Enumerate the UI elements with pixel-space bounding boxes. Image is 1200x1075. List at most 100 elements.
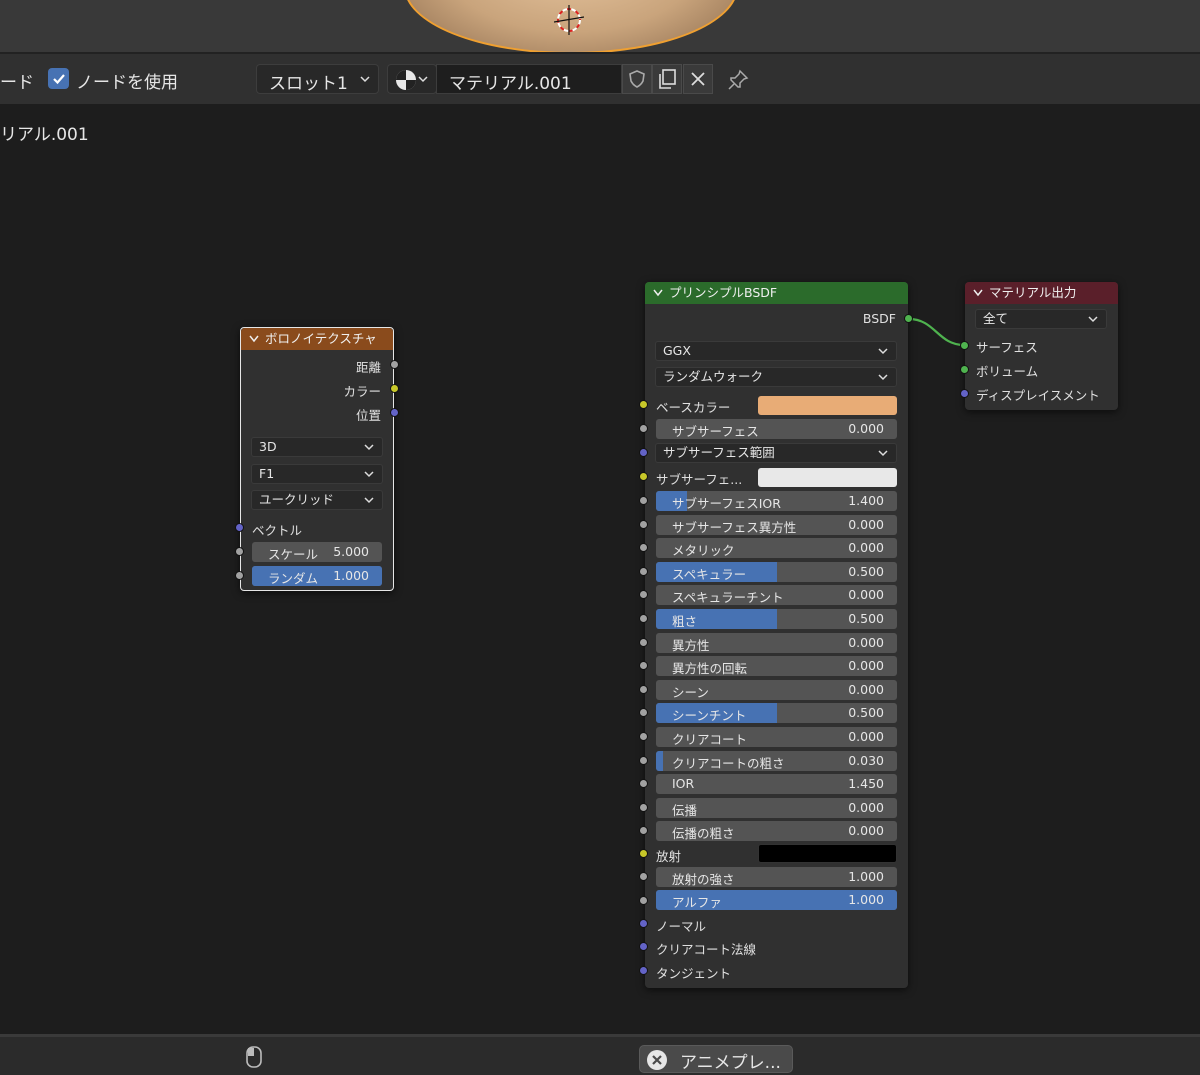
bsdf-input-socket[interactable]: [639, 803, 648, 812]
scale-field[interactable]: スケール 5.000: [252, 542, 382, 562]
bsdf-slider-value: 0.000: [848, 540, 884, 555]
bsdf-slider-label: スペキュラーチント: [672, 590, 784, 605]
status-bar: アニメプレ...: [0, 1034, 1200, 1075]
feature-dropdown[interactable]: F1: [251, 464, 383, 484]
bsdf-input-socket[interactable]: [639, 732, 648, 741]
bsdf-input-socket[interactable]: [639, 942, 648, 951]
output-node-header[interactable]: マテリアル出力: [965, 282, 1118, 304]
bsdf-input-socket[interactable]: [639, 685, 648, 694]
collapse-chevron-icon[interactable]: [973, 289, 983, 297]
bsdf-slider-row[interactable]: サブサーフェスIOR 1.400: [656, 491, 897, 511]
bsdf-slider-row[interactable]: スペキュラーチント 0.000: [656, 585, 897, 605]
chevron-down-icon: [878, 374, 888, 381]
bsdf-input-socket[interactable]: [639, 872, 648, 881]
bsdf-input-socket[interactable]: [639, 661, 648, 670]
subsurface-color-swatch[interactable]: [758, 468, 897, 487]
subsurface-method-dropdown[interactable]: ランダムウォーク: [655, 367, 897, 387]
bsdf-slider-value: 1.450: [848, 776, 884, 791]
collapse-chevron-icon[interactable]: [249, 335, 259, 343]
bsdf-input-socket[interactable]: [639, 424, 648, 433]
volume-input-label: ボリューム: [976, 364, 1039, 379]
bsdf-input-socket[interactable]: [639, 520, 648, 529]
surface-input-socket[interactable]: [960, 341, 969, 350]
bsdf-slider-row[interactable]: 異方性の回転 0.000: [656, 656, 897, 676]
bsdf-slider-row[interactable]: IOR 1.450: [656, 774, 897, 794]
bsdf-slider-row[interactable]: 伝播の粗さ 0.000: [656, 821, 897, 841]
bsdf-slider-value: 0.500: [848, 611, 884, 626]
bsdf-slider-row[interactable]: クリアコートの粗さ 0.030: [656, 751, 897, 771]
bsdf-slider-value: 0.500: [848, 564, 884, 579]
bsdf-input-socket[interactable]: [639, 896, 648, 905]
chevron-down-icon: [1088, 316, 1098, 323]
emission-color-swatch[interactable]: [758, 844, 897, 863]
notification-button[interactable]: アニメプレ...: [639, 1045, 793, 1073]
bsdf-input-socket[interactable]: [639, 590, 648, 599]
principled-bsdf-node[interactable]: プリンシプルBSDF BSDF GGX ランダムウォーク ベースカラー サブサー…: [645, 282, 908, 988]
base-color-swatch[interactable]: [758, 396, 897, 415]
subsurface-label: サブサーフェス: [672, 424, 759, 439]
material-output-node[interactable]: マテリアル出力 全て サーフェス ボリューム ディスプレイスメント: [965, 282, 1118, 410]
bsdf-input-socket[interactable]: [639, 779, 648, 788]
bsdf-slider-row[interactable]: スペキュラー 0.500: [656, 562, 897, 582]
bsdf-input-socket[interactable]: [639, 400, 648, 409]
bsdf-slider-value: 0.500: [848, 705, 884, 720]
bsdf-input-socket[interactable]: [639, 919, 648, 928]
randomness-input-socket[interactable]: [235, 571, 244, 580]
subsurface-radius-dropdown[interactable]: サブサーフェス範囲: [655, 443, 897, 463]
bsdf-slider-label: クリアコートの粗さ: [672, 756, 785, 771]
alpha-field[interactable]: アルファ 1.000: [656, 890, 897, 910]
alpha-label: アルファ: [672, 895, 722, 910]
subsurface-radius-label: サブサーフェス範囲: [663, 445, 775, 460]
bsdf-input-socket[interactable]: [639, 543, 648, 552]
bsdf-input-socket[interactable]: [639, 708, 648, 717]
subsurface-field[interactable]: サブサーフェス 0.000: [656, 419, 897, 439]
position-output-socket[interactable]: [390, 408, 399, 417]
bsdf-input-socket[interactable]: [639, 849, 648, 858]
bsdf-node-header[interactable]: プリンシプルBSDF: [645, 282, 908, 304]
chevron-down-icon: [364, 497, 374, 504]
chevron-down-icon: [878, 450, 888, 457]
bsdf-slider-label: IOR: [672, 776, 695, 791]
distance-output-socket[interactable]: [390, 360, 399, 369]
scale-input-socket[interactable]: [235, 547, 244, 556]
bsdf-input-socket[interactable]: [639, 496, 648, 505]
volume-input-socket[interactable]: [960, 365, 969, 374]
bsdf-slider-row[interactable]: シーンチント 0.500: [656, 703, 897, 723]
displacement-input-socket[interactable]: [960, 389, 969, 398]
bsdf-input-socket[interactable]: [639, 966, 648, 975]
vector-input-socket[interactable]: [235, 523, 244, 532]
notification-label: アニメプレ...: [680, 1053, 781, 1073]
subsurface-color-label: サブサーフェ...: [656, 472, 743, 487]
color-output-socket[interactable]: [390, 384, 399, 393]
bsdf-slider-row[interactable]: サブサーフェス異方性 0.000: [656, 515, 897, 535]
bsdf-slider-row[interactable]: メタリック 0.000: [656, 538, 897, 558]
voronoi-node-header[interactable]: ボロノイテクスチャ: [241, 328, 393, 350]
randomness-field[interactable]: ランダム 1.000: [252, 566, 382, 586]
bsdf-input-socket[interactable]: [639, 826, 648, 835]
bsdf-input-socket[interactable]: [639, 756, 648, 765]
bsdf-slider-row[interactable]: 粗さ 0.500: [656, 609, 897, 629]
bsdf-output-label: BSDF: [862, 311, 896, 326]
emission-label: 放射: [656, 849, 682, 864]
bsdf-slider-row[interactable]: 伝播 0.000: [656, 798, 897, 818]
bsdf-slider-label: 異方性: [672, 638, 710, 653]
bsdf-output-socket[interactable]: [904, 314, 913, 323]
dimensions-dropdown[interactable]: 3D: [251, 437, 383, 457]
bsdf-slider-row[interactable]: 異方性 0.000: [656, 633, 897, 653]
scale-label: スケール: [268, 547, 319, 562]
bsdf-input-socket[interactable]: [639, 448, 648, 457]
voronoi-texture-node[interactable]: ボロノイテクスチャ 距離 カラー 位置 3D F1 ユークリッド ベクトル スケ…: [240, 327, 394, 591]
bsdf-input-socket[interactable]: [639, 638, 648, 647]
distribution-dropdown[interactable]: GGX: [655, 341, 897, 361]
distance-metric-dropdown[interactable]: ユークリッド: [251, 490, 383, 510]
emission-strength-field[interactable]: 放射の強さ 1.000: [656, 867, 897, 887]
bsdf-input-socket[interactable]: [639, 567, 648, 576]
bsdf-slider-row[interactable]: クリアコート 0.000: [656, 727, 897, 747]
bsdf-input-socket[interactable]: [639, 614, 648, 623]
base-color-label: ベースカラー: [656, 400, 731, 415]
surface-input-label: サーフェス: [976, 340, 1038, 355]
bsdf-slider-row[interactable]: シーン 0.000: [656, 680, 897, 700]
bsdf-input-socket[interactable]: [639, 472, 648, 481]
collapse-chevron-icon[interactable]: [653, 289, 663, 297]
render-target-dropdown[interactable]: 全て: [975, 309, 1107, 329]
